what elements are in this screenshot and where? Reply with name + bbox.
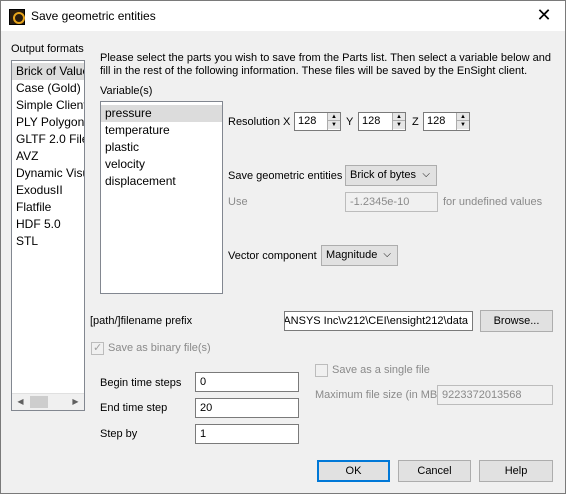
step-by-label: Step by [100, 428, 138, 440]
output-format-item[interactable]: HDF 5.0 [12, 216, 84, 233]
spin-up-icon[interactable]: ▲ [457, 113, 469, 121]
output-formats-items: Brick of ValuesCase (Gold)Simple ClientP… [12, 61, 84, 250]
formats-horizontal-scrollbar[interactable]: ◀ ▶ [12, 393, 84, 410]
variables-items: pressure temperature plastic velocity displa… [101, 102, 222, 190]
chevron-down-icon: ⌵ [383, 249, 391, 260]
variable-item[interactable]: plastic [101, 139, 222, 156]
instructions-text: Please select the parts you wish to save… [100, 52, 552, 77]
output-format-item[interactable]: GLTF 2.0 File [12, 131, 84, 148]
output-formats-label: Output formats [11, 43, 84, 55]
scroll-left-icon[interactable]: ◀ [12, 394, 29, 410]
single-file-label: Save as a single file [332, 364, 430, 376]
save-entities-label: Save geometric entities [228, 170, 343, 182]
end-time-label: End time step [100, 402, 168, 414]
chevron-down-icon: ⌵ [422, 169, 430, 180]
resolution-y-value: 128 [362, 115, 381, 127]
vector-component-dropdown[interactable]: Magnitude ⌵ [321, 245, 398, 266]
variables-label: Variable(s) [100, 85, 153, 97]
resolution-y-spinbox[interactable]: 128 ▲ ▼ [358, 112, 406, 131]
output-format-item[interactable]: Dynamic Visualization [12, 165, 84, 182]
variable-item[interactable]: displacement [101, 173, 222, 190]
variable-item[interactable]: temperature [101, 122, 222, 139]
output-format-item[interactable]: Simple Client [12, 97, 84, 114]
help-button[interactable]: Help [479, 460, 553, 482]
resolution-z-value: 128 [427, 115, 446, 127]
scrollbar-thumb[interactable] [30, 396, 48, 408]
resolution-z-spinbox[interactable]: 128 ▲ ▼ [423, 112, 470, 131]
window-title: Save geometric entities [31, 9, 156, 23]
filename-prefix-label: [path/]filename prefix [90, 315, 193, 327]
spin-down-icon[interactable]: ▼ [328, 121, 340, 129]
resolution-x-value: 128 [298, 115, 317, 127]
spin-up-icon[interactable]: ▲ [328, 113, 340, 121]
vector-component-value: Magnitude [326, 249, 378, 261]
spin-down-icon[interactable]: ▼ [393, 121, 405, 129]
single-file-checkbox[interactable] [315, 364, 328, 377]
variable-item[interactable]: velocity [101, 156, 222, 173]
title-bar: Save geometric entities ✕ [0, 0, 566, 31]
cancel-button[interactable]: Cancel [398, 460, 471, 482]
use-label: Use [228, 196, 248, 208]
ok-button[interactable]: OK [317, 460, 390, 482]
resolution-y-label: Y [346, 116, 354, 128]
spin-up-icon[interactable]: ▲ [393, 113, 405, 121]
filename-prefix-value: C:\Program Files\ANSYS Inc\v212\CEI\ensi… [284, 315, 468, 327]
close-button[interactable]: ✕ [529, 3, 559, 29]
scroll-right-icon[interactable]: ▶ [67, 394, 84, 410]
begin-time-label: Begin time steps [100, 377, 182, 389]
output-format-item[interactable]: PLY Polygon [12, 114, 84, 131]
variables-list[interactable]: pressure temperature plastic velocity displa… [100, 101, 223, 294]
output-format-item[interactable]: ExodusII [12, 182, 84, 199]
max-file-size-field[interactable]: 9223372013568 [437, 385, 553, 405]
resolution-x-spinbox[interactable]: 128 ▲ ▼ [294, 112, 341, 131]
begin-time-input[interactable]: 0 [195, 372, 299, 392]
save-entities-dropdown[interactable]: Brick of bytes ⌵ [345, 165, 437, 186]
filename-prefix-input[interactable]: C:\Program Files\ANSYS Inc\v212\CEI\ensi… [284, 311, 473, 331]
output-format-item[interactable]: Brick of Values [12, 63, 84, 80]
undefined-values-label: for undefined values [443, 196, 543, 208]
save-entities-value: Brick of bytes [350, 169, 417, 181]
resolution-z-label: Z [412, 116, 419, 128]
output-formats-list[interactable]: Brick of ValuesCase (Gold)Simple ClientP… [11, 60, 85, 411]
output-format-item[interactable]: STL [12, 233, 84, 250]
max-file-size-label: Maximum file size (in MB) [315, 389, 441, 401]
variable-item[interactable]: pressure [101, 105, 222, 122]
binary-checkbox[interactable] [91, 341, 104, 355]
end-time-input[interactable]: 20 [195, 398, 299, 418]
output-format-item[interactable]: AVZ [12, 148, 84, 165]
browse-button[interactable]: Browse... [480, 310, 553, 332]
output-format-item[interactable]: Case (Gold) [12, 80, 84, 97]
resolution-x-label: Resolution X [228, 116, 291, 128]
undefined-value-field[interactable]: -1.2345e-10 [345, 192, 438, 212]
ensight-app-icon [9, 9, 25, 25]
output-format-item[interactable]: Flatfile [12, 199, 84, 216]
binary-checkbox-label: Save as binary file(s) [108, 342, 211, 354]
spin-down-icon[interactable]: ▼ [457, 121, 469, 129]
vector-component-label: Vector component [228, 250, 317, 262]
step-by-input[interactable]: 1 [195, 424, 299, 444]
